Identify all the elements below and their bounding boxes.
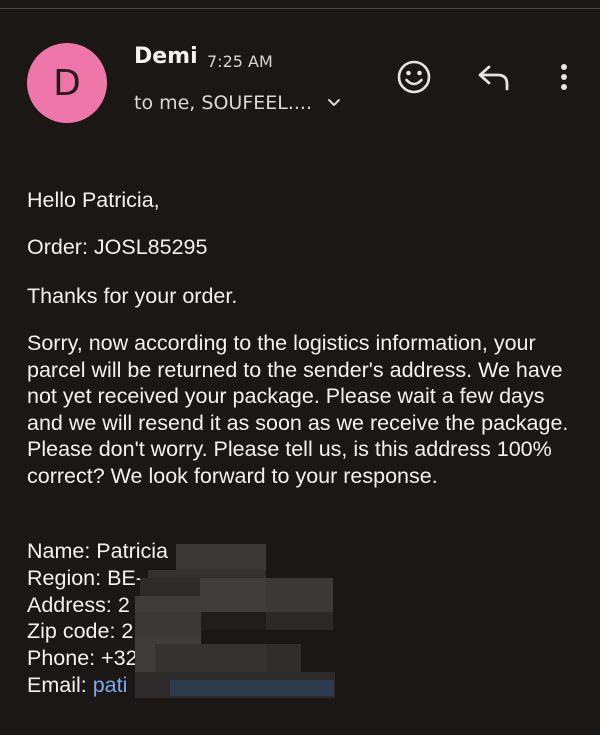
order-number: Order: JOSL85295: [27, 235, 208, 259]
top-divider: [0, 8, 600, 9]
reply-arrow-icon: [478, 65, 509, 91]
detail-phone: Phone: +324: [27, 646, 150, 671]
recipients-toggle[interactable]: to me, SOUFEEL....: [134, 92, 342, 114]
add-reaction-button[interactable]: [393, 56, 435, 98]
thanks-text: Thanks for your order.: [27, 284, 238, 308]
reply-button[interactable]: [473, 58, 515, 96]
avatar-letter: D: [53, 62, 81, 104]
email-label: Email:: [27, 672, 93, 697]
recipients-text: to me, SOUFEEL....: [134, 92, 312, 114]
sender-avatar[interactable]: D: [27, 43, 107, 123]
vertical-dots-icon: [561, 64, 567, 90]
sent-time: 7:25 AM: [207, 52, 273, 71]
more-options-button[interactable]: [550, 58, 578, 96]
chevron-down-icon: [328, 99, 340, 106]
detail-region: Region: BE-: [27, 565, 143, 590]
email-link[interactable]: pati: [93, 673, 128, 697]
message-paragraph: Sorry, now according to the logistics in…: [27, 331, 569, 488]
detail-name: Name: Patricia: [27, 539, 168, 563]
address-details: Name: Patricia Region: BE- Address: 2 Zi…: [27, 538, 168, 699]
greeting-text: Hello Patricia,: [27, 188, 160, 212]
sender-name: Demi: [134, 44, 198, 69]
detail-email: Email: pati: [27, 672, 168, 699]
detail-zip: Zip code: 2: [27, 619, 134, 644]
smiley-icon: [397, 60, 431, 94]
detail-address: Address: 2: [27, 592, 130, 617]
